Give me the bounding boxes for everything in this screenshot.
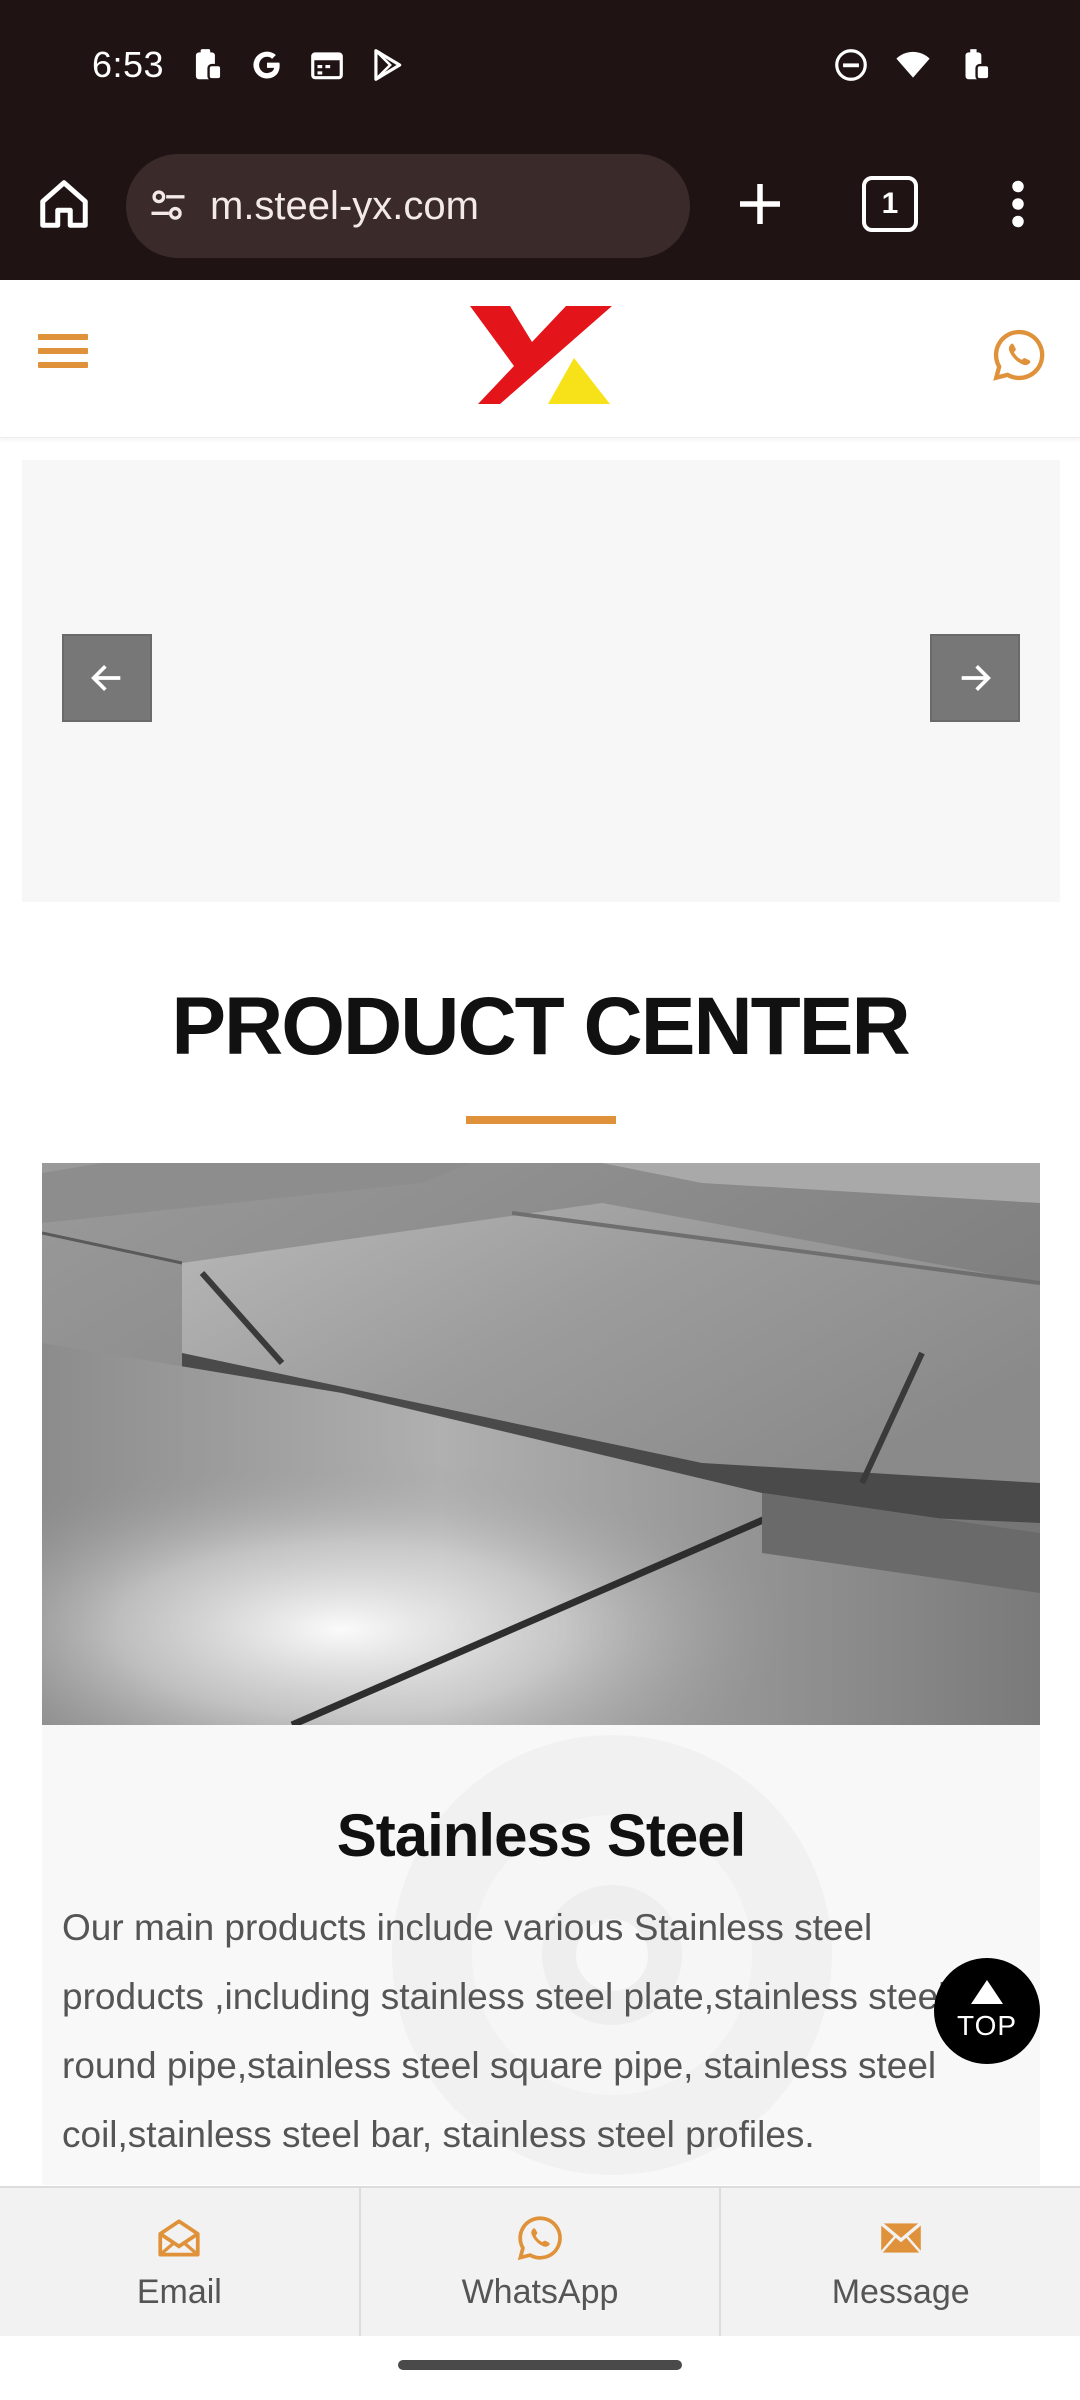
message-button[interactable]: Message xyxy=(721,2188,1080,2336)
arrow-right-icon xyxy=(961,665,991,691)
title-divider xyxy=(466,1116,616,1124)
bottom-contact-bar: Email WhatsApp Message xyxy=(0,2186,1080,2336)
home-icon[interactable] xyxy=(34,174,94,234)
status-bar: 6:53 xyxy=(0,0,1080,136)
calendar-icon xyxy=(311,52,343,80)
address-bar[interactable]: m.steel-yx.com xyxy=(126,154,690,258)
clipboard-icon xyxy=(195,49,223,81)
battery-icon xyxy=(965,49,991,81)
arrow-left-icon xyxy=(91,665,121,691)
browser-toolbar: m.steel-yx.com 1 xyxy=(0,136,1080,280)
url-text[interactable]: m.steel-yx.com xyxy=(210,184,479,229)
dnd-icon xyxy=(835,49,867,81)
email-button[interactable]: Email xyxy=(0,2188,361,2336)
product-description: Our main products include various Stainl… xyxy=(62,1907,947,2155)
new-tab-icon[interactable] xyxy=(730,174,790,234)
status-left-icons xyxy=(188,46,406,84)
product-card[interactable]: Stainless Steel Our main products includ… xyxy=(42,1725,1040,2185)
google-icon xyxy=(253,51,280,79)
more-menu-icon[interactable] xyxy=(1000,174,1036,234)
product-image[interactable] xyxy=(42,1163,1040,1725)
whatsapp-label: WhatsApp xyxy=(461,2272,619,2311)
message-label: Message xyxy=(831,2272,970,2311)
email-label: Email xyxy=(136,2272,222,2311)
back-to-top-button[interactable]: TOP xyxy=(934,1958,1040,2064)
up-arrow-icon xyxy=(971,1980,1003,2004)
play-store-icon xyxy=(374,49,402,81)
whatsapp-icon[interactable] xyxy=(990,326,1048,384)
company-logo[interactable] xyxy=(470,302,612,406)
back-to-top-label: TOP xyxy=(956,2010,1018,2041)
whatsapp-icon xyxy=(517,2215,562,2260)
slider-prev-button[interactable] xyxy=(62,634,152,722)
section-title: PRODUCT CENTER xyxy=(171,981,910,1072)
slider-next-button[interactable] xyxy=(930,634,1020,722)
menu-icon[interactable] xyxy=(38,334,88,374)
product-name[interactable]: Stainless Steel xyxy=(42,1801,1040,1870)
banner-slider xyxy=(22,460,1060,902)
site-header xyxy=(0,280,1080,438)
home-gesture-bar[interactable] xyxy=(398,2360,682,2370)
status-right-icons xyxy=(832,46,994,84)
status-time: 6:53 xyxy=(92,44,165,85)
email-open-icon xyxy=(158,2218,200,2257)
gesture-area xyxy=(0,2336,1080,2400)
envelope-icon xyxy=(879,2221,922,2253)
wifi-icon xyxy=(896,51,930,78)
whatsapp-button[interactable]: WhatsApp xyxy=(361,2188,722,2336)
steel-plates-image xyxy=(42,1163,1040,1725)
tab-switcher-button[interactable]: 1 xyxy=(862,176,918,232)
site-settings-icon[interactable] xyxy=(146,184,190,228)
